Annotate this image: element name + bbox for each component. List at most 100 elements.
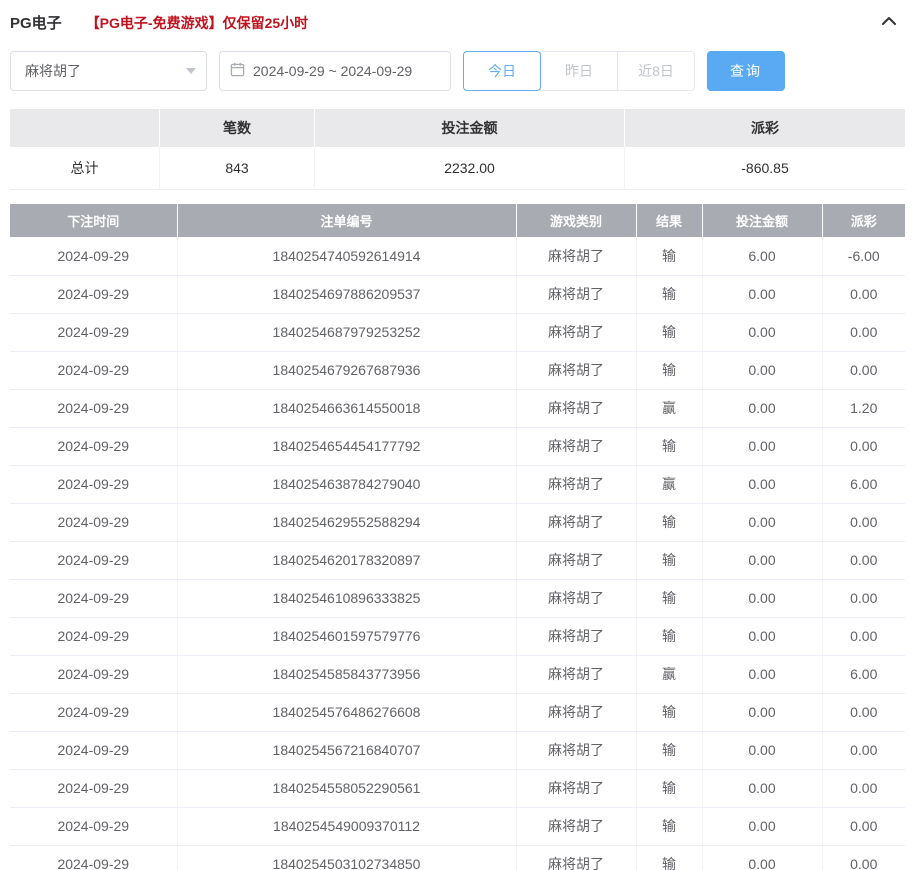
header-bet-time: 下注时间 [10, 204, 177, 237]
cell-payout: 0.00 [822, 731, 905, 769]
yesterday-button[interactable]: 昨日 [540, 51, 618, 91]
table-row: 2024-09-29 1840254740592614914 麻将胡了 输 6.… [10, 237, 905, 275]
table-row: 2024-09-29 1840254638784279040 麻将胡了 赢 0.… [10, 465, 905, 503]
summary-total-count: 843 [160, 147, 315, 189]
bet-table-body: 2024-09-29 1840254740592614914 麻将胡了 输 6.… [10, 237, 905, 870]
summary-total-payout: -860.85 [625, 147, 905, 189]
cell-bet: 0.00 [702, 617, 822, 655]
table-row: 2024-09-29 1840254503102734850 麻将胡了 输 0.… [10, 845, 905, 870]
table-row: 2024-09-29 1840254558052290561 麻将胡了 输 0.… [10, 769, 905, 807]
cell-payout: 0.00 [822, 617, 905, 655]
header-order-id: 注单编号 [177, 204, 516, 237]
cell-time: 2024-09-29 [10, 693, 177, 731]
cell-bet: 0.00 [702, 465, 822, 503]
cell-result: 赢 [636, 389, 702, 427]
cell-payout: 0.00 [822, 845, 905, 870]
query-button[interactable]: 查询 [707, 51, 785, 91]
cell-result: 输 [636, 617, 702, 655]
cell-result: 输 [636, 579, 702, 617]
table-row: 2024-09-29 1840254576486276608 麻将胡了 输 0.… [10, 693, 905, 731]
date-range-picker[interactable]: 2024-09-29 ~ 2024-09-29 [219, 51, 451, 91]
game-select[interactable]: 麻将胡了 [10, 51, 207, 91]
cell-order-id: 1840254663614550018 [177, 389, 516, 427]
today-button[interactable]: 今日 [463, 51, 541, 91]
cell-order-id: 1840254697886209537 [177, 275, 516, 313]
cell-payout: 0.00 [822, 807, 905, 845]
cell-order-id: 1840254679267687936 [177, 351, 516, 389]
cell-payout: 6.00 [822, 465, 905, 503]
cell-result: 输 [636, 731, 702, 769]
quick-date-button-group: 今日 昨日 近8日 [463, 51, 695, 91]
cell-game: 麻将胡了 [516, 655, 636, 693]
cell-result: 输 [636, 807, 702, 845]
cell-game: 麻将胡了 [516, 351, 636, 389]
cell-bet: 0.00 [702, 845, 822, 870]
table-row: 2024-09-29 1840254629552588294 麻将胡了 输 0.… [10, 503, 905, 541]
cell-order-id: 1840254503102734850 [177, 845, 516, 870]
header-result: 结果 [636, 204, 702, 237]
cell-bet: 0.00 [702, 731, 822, 769]
cell-result: 输 [636, 313, 702, 351]
game-select-value: 麻将胡了 [25, 61, 186, 81]
cell-bet: 0.00 [702, 503, 822, 541]
cell-time: 2024-09-29 [10, 351, 177, 389]
cell-time: 2024-09-29 [10, 275, 177, 313]
cell-time: 2024-09-29 [10, 541, 177, 579]
cell-result: 输 [636, 693, 702, 731]
cell-payout: 0.00 [822, 579, 905, 617]
cell-bet: 0.00 [702, 655, 822, 693]
provider-title: PG电子 [10, 12, 62, 33]
cell-bet: 0.00 [702, 579, 822, 617]
cell-result: 输 [636, 275, 702, 313]
cell-game: 麻将胡了 [516, 541, 636, 579]
header-bet-amount: 投注金额 [702, 204, 822, 237]
cell-bet: 0.00 [702, 275, 822, 313]
cell-time: 2024-09-29 [10, 427, 177, 465]
cell-time: 2024-09-29 [10, 769, 177, 807]
table-row: 2024-09-29 1840254610896333825 麻将胡了 输 0.… [10, 579, 905, 617]
table-row: 2024-09-29 1840254549009370112 麻将胡了 输 0.… [10, 807, 905, 845]
header-payout: 派彩 [822, 204, 905, 237]
cell-bet: 0.00 [702, 807, 822, 845]
cell-bet: 6.00 [702, 237, 822, 275]
header-game-category: 游戏类别 [516, 204, 636, 237]
cell-time: 2024-09-29 [10, 731, 177, 769]
cell-time: 2024-09-29 [10, 313, 177, 351]
table-row: 2024-09-29 1840254663614550018 麻将胡了 赢 0.… [10, 389, 905, 427]
cell-game: 麻将胡了 [516, 845, 636, 870]
cell-time: 2024-09-29 [10, 237, 177, 275]
table-row: 2024-09-29 1840254679267687936 麻将胡了 输 0.… [10, 351, 905, 389]
cell-game: 麻将胡了 [516, 617, 636, 655]
table-row: 2024-09-29 1840254620178320897 麻将胡了 输 0.… [10, 541, 905, 579]
collapse-panel-button[interactable] [881, 14, 905, 32]
cell-payout: 0.00 [822, 427, 905, 465]
cell-game: 麻将胡了 [516, 237, 636, 275]
summary-header-blank [10, 109, 160, 147]
cell-order-id: 1840254549009370112 [177, 807, 516, 845]
cell-time: 2024-09-29 [10, 465, 177, 503]
cell-result: 输 [636, 845, 702, 870]
table-row: 2024-09-29 1840254601597579776 麻将胡了 输 0.… [10, 617, 905, 655]
cell-time: 2024-09-29 [10, 389, 177, 427]
cell-order-id: 1840254610896333825 [177, 579, 516, 617]
cell-result: 赢 [636, 655, 702, 693]
bet-table-header: 下注时间 注单编号 游戏类别 结果 投注金额 派彩 [10, 204, 905, 237]
cell-result: 输 [636, 769, 702, 807]
cell-game: 麻将胡了 [516, 313, 636, 351]
cell-order-id: 1840254558052290561 [177, 769, 516, 807]
cell-bet: 0.00 [702, 693, 822, 731]
cell-bet: 0.00 [702, 541, 822, 579]
cell-game: 麻将胡了 [516, 427, 636, 465]
cell-payout: 0.00 [822, 275, 905, 313]
cell-order-id: 1840254638784279040 [177, 465, 516, 503]
table-row: 2024-09-29 1840254654454177792 麻将胡了 输 0.… [10, 427, 905, 465]
chevron-up-icon [881, 14, 897, 32]
summary-total-label: 总计 [10, 147, 160, 189]
cell-game: 麻将胡了 [516, 807, 636, 845]
cell-payout: 0.00 [822, 541, 905, 579]
cell-game: 麻将胡了 [516, 275, 636, 313]
last-8-days-button[interactable]: 近8日 [617, 51, 695, 91]
cell-order-id: 1840254654454177792 [177, 427, 516, 465]
summary-table: 笔数 投注金额 派彩 总计 843 2232.00 -860.85 [10, 109, 905, 190]
cell-order-id: 1840254601597579776 [177, 617, 516, 655]
